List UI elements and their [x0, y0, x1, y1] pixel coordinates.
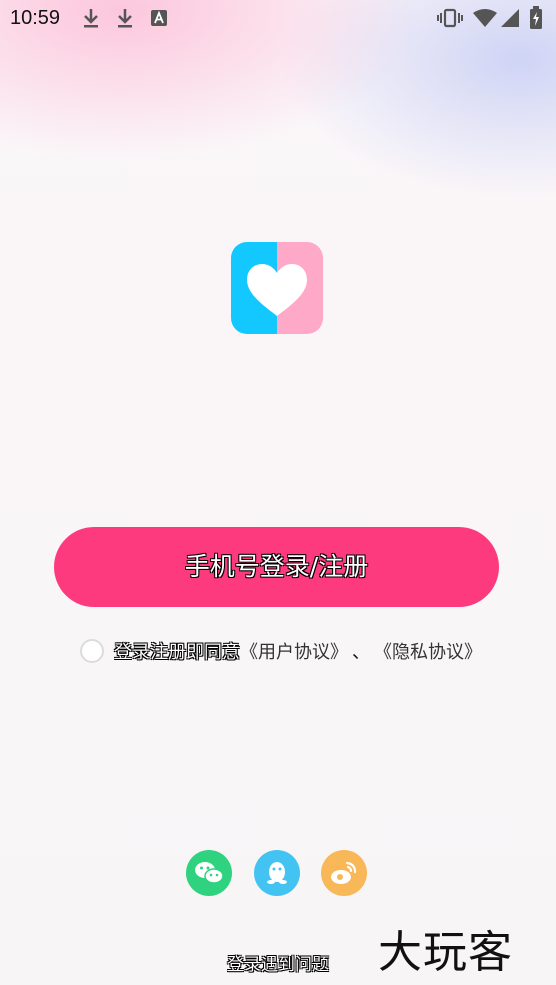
signal-icon — [501, 9, 519, 31]
heart-icon — [231, 242, 323, 334]
background — [0, 0, 556, 985]
status-time: 10:59 — [10, 7, 61, 29]
text-a-icon — [150, 9, 168, 31]
agreement-text: 登录注册即同意 — [114, 642, 240, 663]
download-icon — [116, 7, 134, 33]
weibo-login-button[interactable] — [321, 850, 367, 896]
user-agreement-link[interactable]: 《用户协议》 — [240, 638, 348, 664]
vibrate-icon — [437, 8, 463, 32]
qq-login-button[interactable] — [254, 850, 300, 896]
app-logo — [231, 242, 323, 334]
phone-login-button[interactable]: 手机号登录/注册 — [54, 527, 499, 607]
agreement-row: 登录注册即同意 《用户协议》 、 《隐私协议》 — [80, 637, 482, 665]
watermark-logo: 大玩客 — [378, 927, 513, 978]
status-bar: 10:59 — [0, 0, 556, 38]
wechat-login-button[interactable] — [186, 850, 232, 896]
agreement-separator: 、 — [352, 642, 370, 663]
download-icon — [82, 7, 100, 33]
qq-penguin-icon — [267, 862, 287, 884]
wifi-icon — [473, 9, 497, 31]
privacy-policy-link[interactable]: 《隐私协议》 — [374, 638, 482, 664]
agreement-checkbox[interactable] — [80, 639, 104, 663]
weibo-icon — [331, 861, 357, 884]
battery-charging-icon — [529, 6, 543, 34]
wechat-icon — [195, 862, 224, 884]
